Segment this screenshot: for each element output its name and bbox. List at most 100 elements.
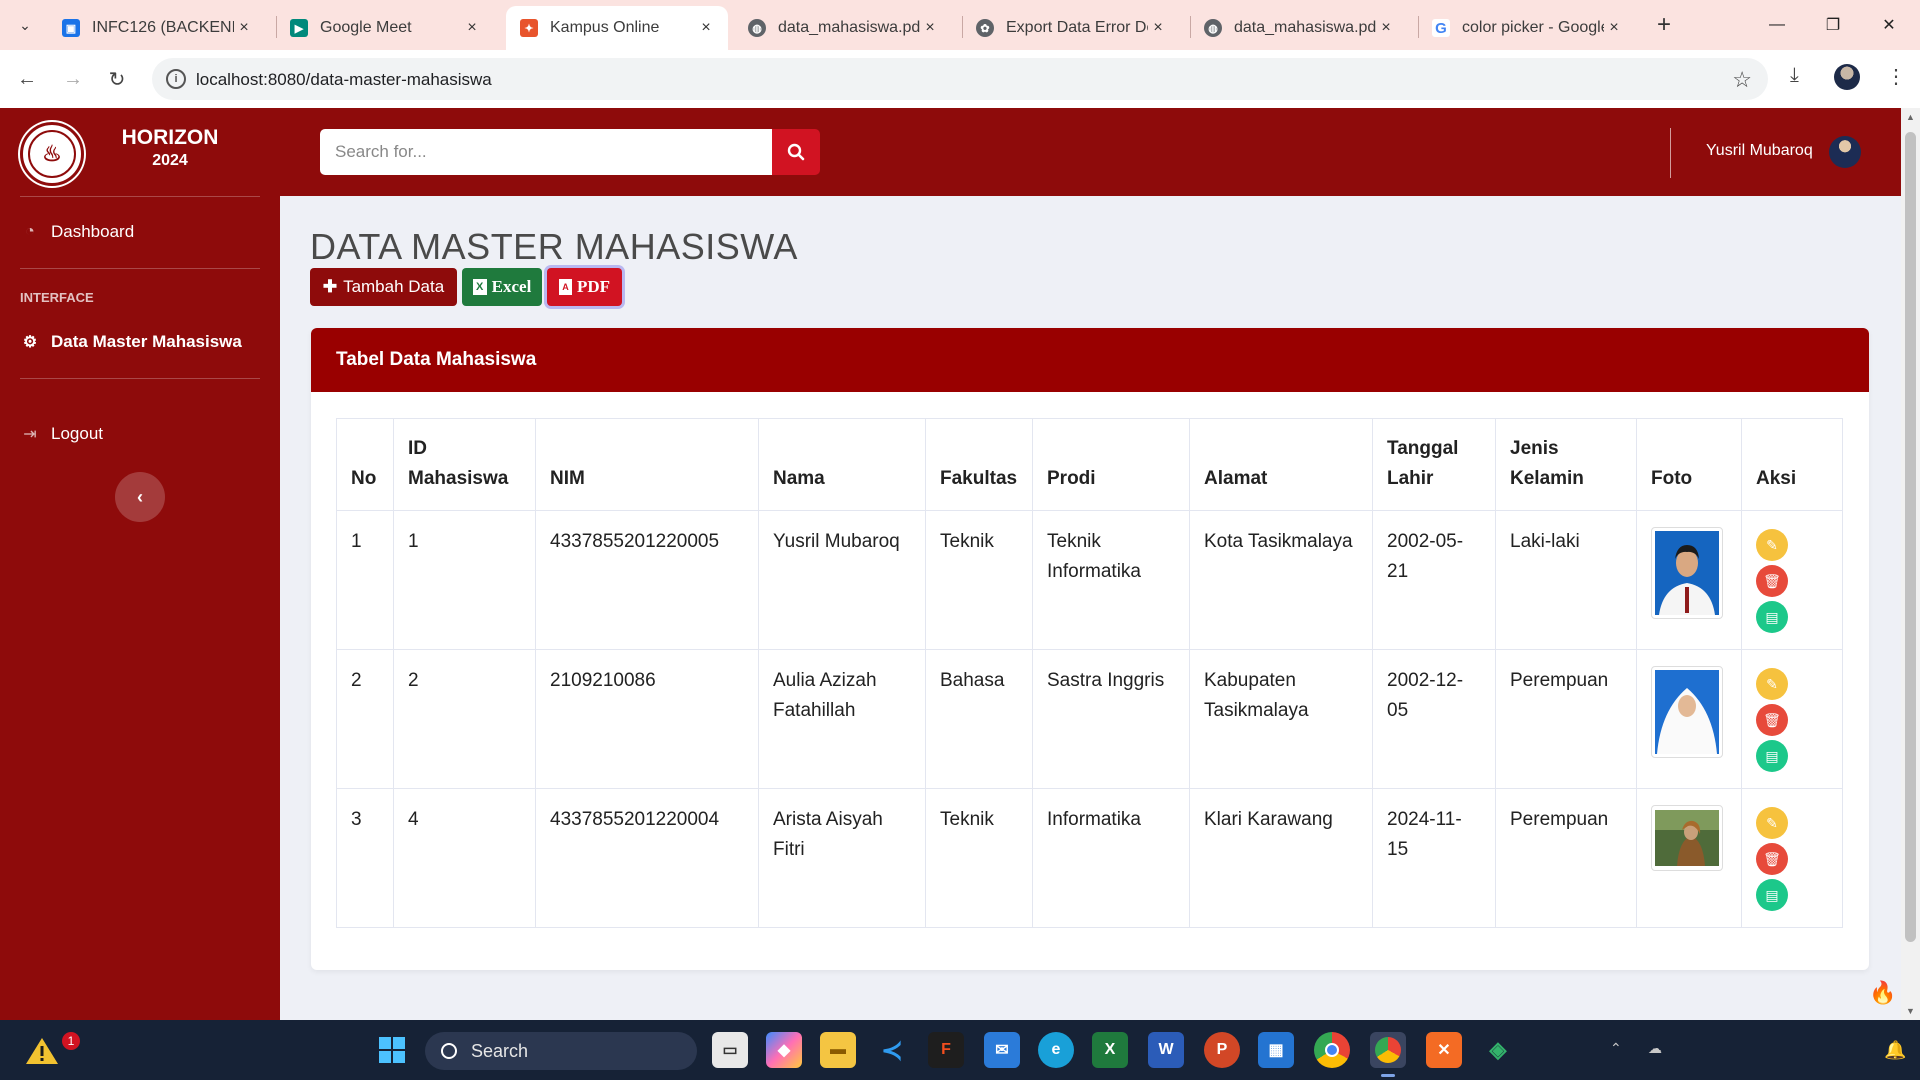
student-photo-image	[1655, 531, 1719, 615]
search-icon	[441, 1043, 457, 1059]
tray-chevron-up-icon[interactable]: ⌃	[1610, 1040, 1622, 1057]
edit-button[interactable]: ✎	[1756, 807, 1788, 839]
reload-icon[interactable]: ↻	[100, 62, 134, 96]
tray-cloud-icon[interactable]: ☁	[1648, 1040, 1662, 1057]
brand-name[interactable]: HORIZON	[100, 126, 240, 150]
detail-button[interactable]: ▤	[1756, 601, 1788, 633]
sidebar-item-data-master-mahasiswa[interactable]: ⚙ Data Master Mahasiswa	[20, 332, 242, 352]
edit-button[interactable]: ✎	[1756, 668, 1788, 700]
tab-export-data-error[interactable]: ✿ Export Data Error De ×	[962, 6, 1180, 50]
sidebar-item-label: Data Master Mahasiswa	[51, 332, 242, 351]
cell-aksi: ✎ 🗑 ▤	[1741, 510, 1843, 650]
window-close-icon[interactable]: ✕	[1866, 8, 1912, 42]
detail-button[interactable]: ▤	[1756, 740, 1788, 772]
page-title: DATA MASTER MAHASISWA	[310, 226, 798, 267]
figma-icon[interactable]: F	[928, 1032, 964, 1068]
university-logo[interactable]: ♨	[20, 122, 84, 186]
dashboard-gauge-icon: ◔	[25, 223, 35, 240]
column-header-jenis-kelamin: Jenis Kelamin	[1495, 418, 1637, 511]
scroll-up-arrow-icon[interactable]: ▲	[1901, 108, 1920, 126]
close-icon[interactable]: ×	[234, 19, 254, 37]
tab-color-picker[interactable]: G color picker - Google ×	[1418, 6, 1636, 50]
word-icon[interactable]: W	[1148, 1032, 1184, 1068]
sourcetree-icon[interactable]: ◈	[1480, 1032, 1516, 1068]
cell-nim: 2109210086	[535, 649, 759, 789]
student-photo	[1651, 527, 1723, 619]
file-viewer-icon[interactable]: ▭	[712, 1032, 748, 1068]
chrome-icon[interactable]	[1314, 1032, 1350, 1068]
chrome-profile-icon[interactable]	[1370, 1032, 1406, 1068]
notification-bell-icon[interactable]: 🔔	[1884, 1040, 1906, 1061]
download-icon[interactable]: ⤓	[1790, 64, 1799, 87]
close-icon[interactable]: ×	[920, 19, 940, 37]
sidebar-item-logout[interactable]: ⇥ Logout	[20, 424, 103, 444]
delete-button[interactable]: 🗑	[1756, 704, 1788, 736]
close-icon[interactable]: ×	[1148, 19, 1168, 37]
profile-avatar[interactable]	[1834, 64, 1860, 90]
bookmark-star-icon[interactable]: ☆	[1732, 67, 1752, 93]
warning-weather-icon[interactable]: 1	[22, 1030, 80, 1070]
minimize-icon[interactable]: —	[1754, 8, 1800, 42]
cell-aksi: ✎ 🗑 ▤	[1741, 649, 1843, 789]
edge-icon[interactable]: e	[1038, 1032, 1074, 1068]
cell-fakultas: Teknik	[925, 510, 1033, 650]
close-icon[interactable]: ×	[1376, 19, 1396, 37]
export-pdf-button[interactable]: A PDF	[547, 268, 622, 306]
cell-id: 2	[393, 649, 536, 789]
cell-alamat: Klari Karawang	[1189, 788, 1373, 928]
edit-pencil-icon: ✎	[1766, 815, 1778, 831]
user-name[interactable]: Yusril Mubaroq	[1706, 142, 1813, 160]
mail-icon[interactable]: ✉	[984, 1032, 1020, 1068]
cell-tanggal-lahir: 2024-11-15	[1372, 788, 1496, 928]
restore-icon[interactable]: ❐	[1810, 8, 1856, 42]
brand-year[interactable]: 2024	[100, 152, 240, 170]
delete-button[interactable]: 🗑	[1756, 843, 1788, 875]
powerpoint-icon[interactable]: P	[1204, 1032, 1240, 1068]
cell-nim: 4337855201220005	[535, 510, 759, 650]
scrollbar-thumb[interactable]	[1905, 132, 1916, 942]
windows-start-icon[interactable]	[374, 1032, 410, 1068]
more-menu-icon[interactable]: ⋮	[1886, 64, 1906, 89]
page-scrollbar[interactable]: ▲ ▼	[1901, 108, 1920, 1020]
forward-arrow-icon[interactable]: →	[56, 62, 90, 96]
xampp-icon[interactable]: ✕	[1426, 1032, 1462, 1068]
copilot-icon[interactable]: ◆	[766, 1032, 802, 1068]
address-bar[interactable]: i localhost:8080/data-master-mahasiswa ☆	[152, 58, 1768, 100]
close-icon[interactable]: ×	[1604, 19, 1624, 37]
close-icon[interactable]: ×	[696, 19, 716, 37]
cell-tanggal-lahir: 2002-05-21	[1372, 510, 1496, 650]
excel-icon[interactable]: X	[1092, 1032, 1128, 1068]
chatgpt-icon: ✿	[976, 19, 994, 37]
tab-kampus-online[interactable]: ✦ Kampus Online ×	[506, 6, 728, 50]
edit-button[interactable]: ✎	[1756, 529, 1788, 561]
taskbar-search[interactable]: Search	[425, 1032, 697, 1070]
tab-data-mahasiswa-pdf[interactable]: ◍ data_mahasiswa.pdf ×	[734, 6, 952, 50]
table-row: 1 1 4337855201220005 Yusril Mubaroq Tekn…	[336, 510, 1843, 650]
table-row: 3 4 4337855201220004 Arista Aisyah Fitri…	[336, 788, 1843, 928]
tab-search-chevron-icon[interactable]: ⌄	[10, 10, 40, 40]
tab-data-mahasiswa-pdf-2[interactable]: ◍ data_mahasiswa.pdf ×	[1190, 6, 1408, 50]
scroll-down-arrow-icon[interactable]: ▼	[1901, 1002, 1920, 1020]
export-excel-button[interactable]: X Excel	[462, 268, 542, 306]
search-button[interactable]	[772, 129, 820, 175]
file-icon: ▤	[1765, 609, 1779, 625]
tab-infc126[interactable]: ▣ INFC126 (BACKEND / ×	[48, 6, 266, 50]
search-input[interactable]	[320, 129, 772, 175]
tab-google-meet[interactable]: ▶ Google Meet ×	[276, 6, 494, 50]
detail-button[interactable]: ▤	[1756, 879, 1788, 911]
user-avatar[interactable]	[1829, 136, 1861, 168]
store-icon[interactable]: ▦	[1258, 1032, 1294, 1068]
site-info-icon[interactable]: i	[166, 69, 186, 89]
sidebar-toggle-chevron-left-icon[interactable]: ‹	[115, 472, 165, 522]
cell-jenis-kelamin: Perempuan	[1495, 788, 1637, 928]
flame-icon[interactable]: 🔥	[1868, 980, 1898, 1020]
new-tab-plus-icon[interactable]: +	[1650, 10, 1678, 40]
url-text[interactable]: localhost:8080/data-master-mahasiswa	[196, 70, 492, 90]
vscode-icon[interactable]: ≺	[874, 1032, 910, 1068]
file-explorer-icon[interactable]: ▬	[820, 1032, 856, 1068]
delete-button[interactable]: 🗑	[1756, 565, 1788, 597]
back-arrow-icon[interactable]: ←	[10, 62, 44, 96]
close-icon[interactable]: ×	[462, 19, 482, 37]
sidebar-item-dashboard[interactable]: ◔ Dashboard	[20, 222, 134, 242]
add-data-button[interactable]: ✚ Tambah Data	[310, 268, 457, 306]
